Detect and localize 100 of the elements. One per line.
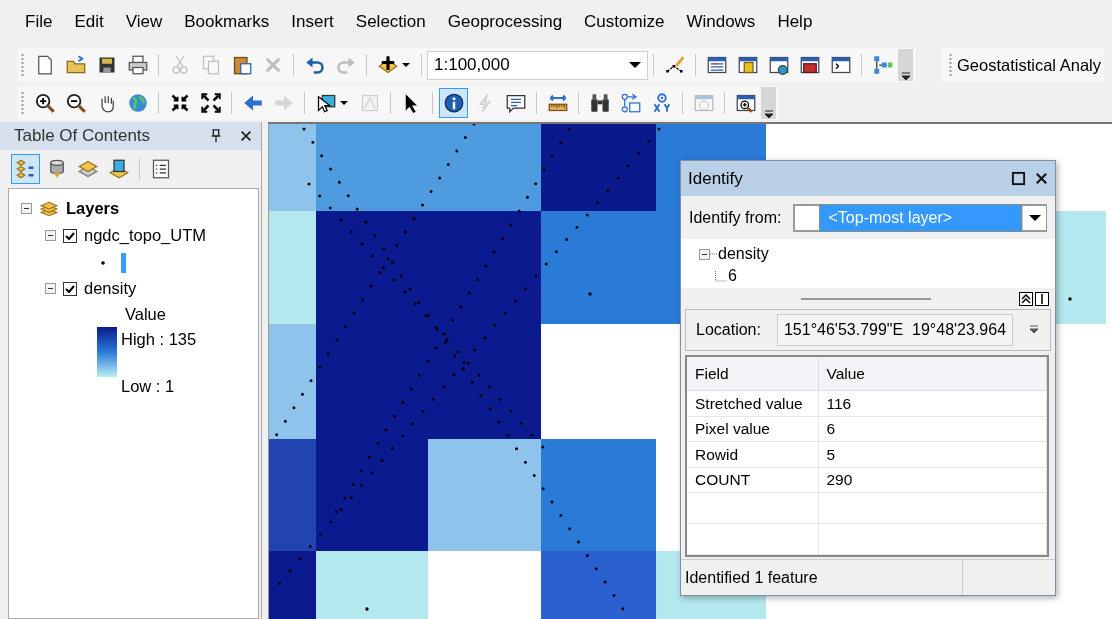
popup-window-icon: [505, 93, 526, 113]
table-window-icon: [706, 55, 727, 75]
clear-selection-icon: [359, 93, 380, 113]
table-cell: 290: [818, 467, 1047, 493]
tree-connector-line: [710, 253, 718, 256]
caret-icon: [402, 63, 410, 67]
expand-toggle[interactable]: [45, 283, 56, 294]
target-point-icon: [651, 93, 672, 113]
layer-checkbox[interactable]: [63, 281, 77, 296]
selected-option: <Top-most layer>: [819, 203, 1022, 232]
collapse-icon[interactable]: [1019, 291, 1033, 306]
binoculars-icon: [589, 93, 610, 113]
menu-item[interactable]: Customize: [573, 12, 676, 46]
color-ramp: [97, 326, 117, 377]
arrows-inward-icon: [169, 93, 190, 113]
caret-icon: [340, 101, 348, 105]
expand-toggle[interactable]: [21, 203, 32, 214]
table-cell: COUNT: [687, 467, 818, 493]
scale-value: 1:100,000: [434, 54, 510, 77]
globe-window-icon: [768, 55, 789, 75]
column-header[interactable]: Field: [687, 356, 818, 391]
menu-item[interactable]: Help: [766, 12, 824, 46]
close-icon[interactable]: [1034, 170, 1049, 186]
drawing-order-icon: [15, 159, 36, 179]
pin-icon[interactable]: [209, 129, 223, 143]
point-symbol-drawing: [101, 251, 127, 273]
table-cell: Pixel value: [687, 416, 818, 442]
status-text: Identified 1 feature: [685, 567, 818, 588]
clock-window-icon: [693, 93, 714, 113]
dropdown-icon[interactable]: [1029, 325, 1040, 335]
layer-checkbox[interactable]: [63, 228, 77, 243]
table-cell: 116: [818, 390, 1047, 417]
copy-icon: [200, 55, 221, 75]
menu-item[interactable]: Windows: [675, 12, 767, 46]
expand-toggle[interactable]: [45, 230, 56, 241]
caret-icon: [629, 62, 641, 68]
maximize-icon[interactable]: [1011, 170, 1026, 186]
undo-icon: [304, 55, 325, 75]
zoom-in-icon: [34, 93, 55, 113]
edit-line-icon: [664, 55, 685, 75]
menu-item[interactable]: Insert: [280, 12, 345, 46]
layers-icon: [39, 199, 59, 218]
panel-title: Table Of Contents: [14, 125, 151, 148]
layer-name[interactable]: density: [84, 276, 137, 301]
menu-item[interactable]: View: [114, 12, 174, 46]
layers-icon: [77, 159, 98, 179]
overflow-icon: [900, 71, 911, 81]
overflow-icon: [763, 109, 774, 119]
route-icon: [620, 93, 641, 113]
legend-field: Value: [97, 302, 258, 327]
toolbar-grip-icon[interactable]: [949, 54, 952, 76]
model-diagram-icon: [872, 55, 893, 75]
right-arrow-icon: [273, 93, 294, 113]
table-cell: 5: [818, 441, 1047, 468]
arrows-outward-icon: [200, 93, 221, 113]
feature-name[interactable]: 6: [728, 264, 737, 289]
folder-icon: [65, 55, 86, 75]
catalog-window-icon: [737, 55, 758, 75]
caret-icon: [1028, 214, 1041, 221]
layer-name[interactable]: Layers: [66, 196, 120, 221]
command-window-icon: [830, 55, 851, 75]
menu-item[interactable]: Bookmarks: [173, 12, 281, 46]
tree-connector-line: [715, 270, 728, 282]
toolbar-overflow-button[interactable]: [898, 49, 913, 81]
window-title: Identify: [688, 167, 743, 190]
layer-name[interactable]: ngdc_topo_UTM: [84, 223, 206, 248]
layer-name[interactable]: density: [718, 242, 769, 267]
globe-icon: [127, 93, 148, 113]
menu-item[interactable]: Selection: [344, 12, 437, 46]
left-arrow-icon: [242, 93, 263, 113]
toolbox-window-icon: [799, 55, 820, 75]
field-label: Identify from:: [689, 207, 782, 228]
scale-dropdown[interactable]: 1:100,000: [427, 50, 648, 80]
printer-icon: [127, 55, 148, 75]
menu-item[interactable]: File: [14, 12, 64, 46]
magnifier-window-icon: [735, 93, 756, 113]
toolbar-overflow-button[interactable]: [761, 87, 776, 119]
info-icon: [443, 93, 464, 113]
menu-item[interactable]: Geoprocessing: [436, 12, 574, 46]
list-icon: [150, 159, 171, 179]
close-icon[interactable]: [239, 129, 253, 143]
redo-icon: [335, 55, 356, 75]
identify-button[interactable]: [439, 88, 468, 118]
layer-selection-icon: [108, 159, 129, 179]
drawing-order-button[interactable]: [11, 154, 40, 184]
expand-toggle[interactable]: [699, 248, 710, 260]
legend-label: Low : 1: [121, 376, 176, 397]
table-cell: 6: [818, 416, 1047, 442]
location-field[interactable]: 151°46'53.799"E 19°48'23.964: [776, 313, 1014, 346]
ruler-icon: [547, 93, 568, 113]
toolbar-grip-icon[interactable]: [21, 54, 24, 76]
add-data-icon: [378, 55, 398, 75]
menu-item[interactable]: Edit: [63, 12, 115, 46]
toolbar-grip-icon[interactable]: [21, 92, 24, 114]
column-header[interactable]: Value: [818, 356, 1047, 391]
table-cell: Rowid: [687, 441, 818, 468]
field-label: Location:: [696, 319, 761, 340]
split-view-icon[interactable]: [1035, 291, 1049, 306]
select-features-icon: [316, 93, 336, 113]
legend-label: High : 135: [121, 328, 197, 350]
